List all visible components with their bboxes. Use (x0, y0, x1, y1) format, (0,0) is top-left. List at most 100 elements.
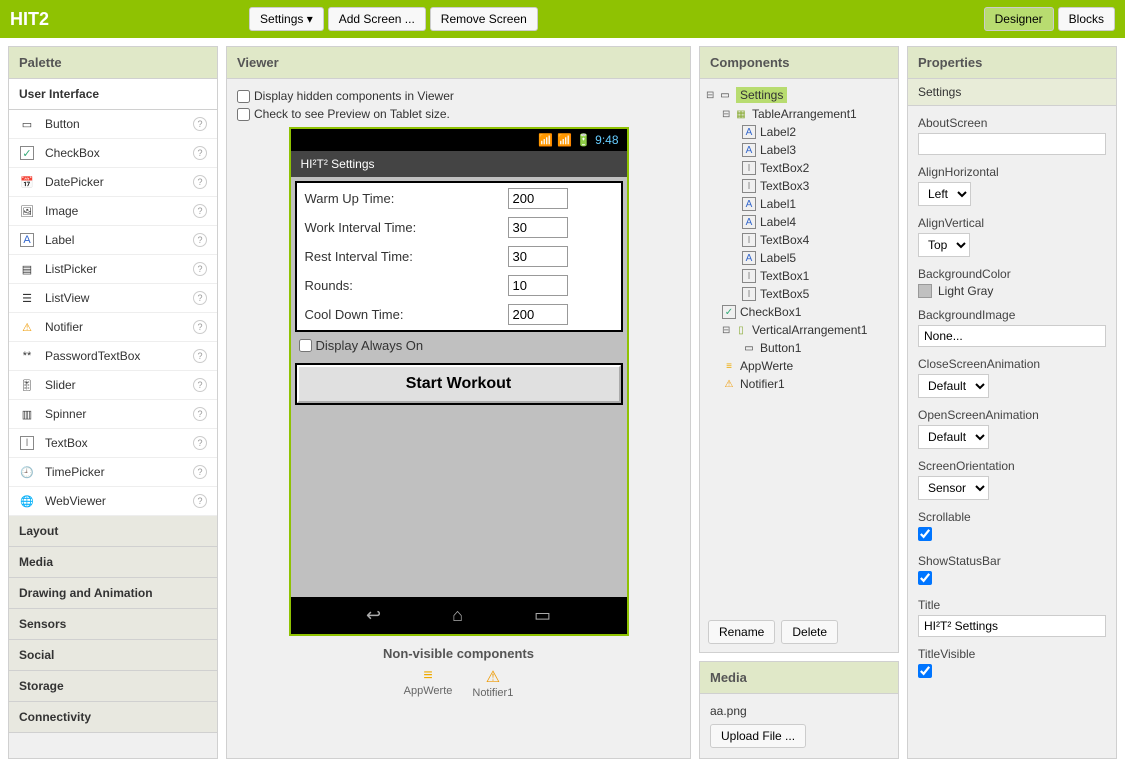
showstatus-checkbox[interactable] (918, 571, 932, 585)
help-icon[interactable]: ? (193, 320, 207, 334)
tree-node-label[interactable]: ALabel4 (706, 213, 892, 231)
scrollable-checkbox[interactable] (918, 527, 932, 541)
spinner-icon: ▥ (19, 406, 35, 422)
help-icon[interactable]: ? (193, 378, 207, 392)
checkbox-icon: ✓ (19, 145, 35, 161)
bgcolor-picker[interactable]: Light Gray (918, 284, 1106, 298)
palette-section-user-interface[interactable]: User Interface (9, 79, 217, 110)
display-always-row[interactable]: Display Always On (295, 332, 623, 359)
tree-node-label[interactable]: ALabel2 (706, 123, 892, 141)
color-swatch (918, 284, 932, 298)
notifier-icon: ⚠ (722, 377, 736, 391)
rename-button[interactable]: Rename (708, 620, 775, 644)
palette-section-social[interactable]: Social (9, 640, 217, 671)
tablet-checkbox[interactable] (237, 108, 250, 121)
warmup-input[interactable] (508, 188, 568, 209)
palette-section-layout[interactable]: Layout (9, 516, 217, 547)
palette-item-label[interactable]: ALabel? (9, 226, 217, 255)
designer-tab[interactable]: Designer (984, 7, 1054, 31)
help-icon[interactable]: ? (193, 117, 207, 131)
nonvisible-notifier[interactable]: ⚠Notifier1 (472, 667, 513, 699)
hidden-checkbox[interactable] (237, 90, 250, 103)
palette-item-password[interactable]: **PasswordTextBox? (9, 342, 217, 371)
alignv-select[interactable]: Top (918, 233, 970, 257)
palette-item-notifier[interactable]: ⚠Notifier? (9, 313, 217, 342)
closeanim-select[interactable]: Default (918, 374, 989, 398)
add-screen-button[interactable]: Add Screen ... (328, 7, 426, 31)
remove-screen-button[interactable]: Remove Screen (430, 7, 538, 31)
tree-node-settings[interactable]: ⊟▭Settings (706, 85, 892, 105)
palette-item-checkbox[interactable]: ✓CheckBox? (9, 139, 217, 168)
media-file[interactable]: aa.png (710, 704, 888, 718)
help-icon[interactable]: ? (193, 204, 207, 218)
palette-section-connectivity[interactable]: Connectivity (9, 702, 217, 733)
title-input[interactable] (918, 615, 1106, 637)
blocks-tab[interactable]: Blocks (1058, 7, 1115, 31)
tree-toggle-icon[interactable]: ⊟ (722, 109, 734, 120)
tree-node-textbox[interactable]: ITextBox1 (706, 267, 892, 285)
titlevisible-checkbox[interactable] (918, 664, 932, 678)
help-icon[interactable]: ? (193, 349, 207, 363)
tree-node-textbox[interactable]: ITextBox3 (706, 177, 892, 195)
tree-toggle-icon[interactable]: ⊟ (706, 90, 718, 101)
checkbox-icon: ✓ (722, 305, 736, 319)
help-icon[interactable]: ? (193, 407, 207, 421)
home-icon[interactable]: ⌂ (452, 605, 463, 626)
palette-item-spinner[interactable]: ▥Spinner? (9, 400, 217, 429)
palette-item-listpicker[interactable]: ▤ListPicker? (9, 255, 217, 284)
palette-section-sensors[interactable]: Sensors (9, 609, 217, 640)
orientation-select[interactable]: Sensor (918, 476, 989, 500)
palette-item-button[interactable]: ▭Button? (9, 110, 217, 139)
start-workout-button[interactable]: Start Workout (297, 365, 621, 403)
settings-dropdown[interactable]: Settings ▾ (249, 7, 324, 31)
hidden-components-toggle[interactable]: Display hidden components in Viewer (237, 89, 680, 103)
back-icon[interactable]: ↩ (366, 605, 381, 626)
nonvisible-appwerte[interactable]: ≡AppWerte (404, 667, 453, 699)
tree-node-notifier[interactable]: ⚠Notifier1 (706, 375, 892, 393)
help-icon[interactable]: ? (193, 262, 207, 276)
recent-icon[interactable]: ▭ (534, 605, 551, 626)
delete-button[interactable]: Delete (781, 620, 838, 644)
openanim-select[interactable]: Default (918, 425, 989, 449)
rounds-input[interactable] (508, 275, 568, 296)
aboutscreen-input[interactable] (918, 133, 1106, 155)
palette-item-textbox[interactable]: ITextBox? (9, 429, 217, 458)
help-icon[interactable]: ? (193, 146, 207, 160)
tree-node-appwerte[interactable]: ≡AppWerte (706, 357, 892, 375)
tree-node-label[interactable]: ALabel1 (706, 195, 892, 213)
tree-node-vertical[interactable]: ⊟▯VerticalArrangement1 (706, 321, 892, 339)
bgimage-input[interactable] (918, 325, 1106, 347)
upload-file-button[interactable]: Upload File ... (710, 724, 806, 748)
tree-node-button[interactable]: ▭Button1 (706, 339, 892, 357)
palette-item-datepicker[interactable]: 📅DatePicker? (9, 168, 217, 197)
work-interval-input[interactable] (508, 217, 568, 238)
help-icon[interactable]: ? (193, 494, 207, 508)
help-icon[interactable]: ? (193, 175, 207, 189)
cooldown-input[interactable] (508, 304, 568, 325)
palette-section-storage[interactable]: Storage (9, 671, 217, 702)
tree-node-checkbox[interactable]: ✓CheckBox1 (706, 303, 892, 321)
palette-item-timepicker[interactable]: 🕘TimePicker? (9, 458, 217, 487)
help-icon[interactable]: ? (193, 291, 207, 305)
palette-item-slider[interactable]: 🎚Slider? (9, 371, 217, 400)
rest-interval-input[interactable] (508, 246, 568, 267)
display-always-checkbox[interactable] (299, 339, 312, 352)
tree-node-table[interactable]: ⊟▦TableArrangement1 (706, 105, 892, 123)
palette-item-webviewer[interactable]: 🌐WebViewer? (9, 487, 217, 516)
palette-section-drawing[interactable]: Drawing and Animation (9, 578, 217, 609)
tree-node-textbox[interactable]: ITextBox5 (706, 285, 892, 303)
palette-section-media[interactable]: Media (9, 547, 217, 578)
tree-node-label[interactable]: ALabel5 (706, 249, 892, 267)
help-icon[interactable]: ? (193, 436, 207, 450)
help-icon[interactable]: ? (193, 233, 207, 247)
tablet-preview-toggle[interactable]: Check to see Preview on Tablet size. (237, 107, 680, 121)
notifier-icon: ⚠ (19, 319, 35, 335)
tree-node-label[interactable]: ALabel3 (706, 141, 892, 159)
tree-toggle-icon[interactable]: ⊟ (722, 325, 734, 336)
help-icon[interactable]: ? (193, 465, 207, 479)
palette-item-listview[interactable]: ☰ListView? (9, 284, 217, 313)
alignh-select[interactable]: Left (918, 182, 971, 206)
palette-item-image[interactable]: 🖼Image? (9, 197, 217, 226)
tree-node-textbox[interactable]: ITextBox4 (706, 231, 892, 249)
tree-node-textbox[interactable]: ITextBox2 (706, 159, 892, 177)
